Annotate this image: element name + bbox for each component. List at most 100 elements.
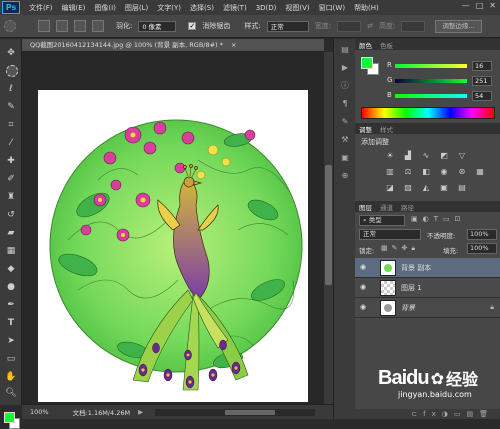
clone-source-icon[interactable]: ⊕ [339,171,351,181]
crop-tool-icon[interactable]: ⌗ [5,119,17,131]
horizontal-scrollbar[interactable] [155,408,316,416]
visibility-eye-icon[interactable]: ◉ [360,283,366,291]
move-tool-icon[interactable]: ✥ [5,47,17,59]
zoom-level[interactable]: 100% [30,408,49,416]
channel-b-input[interactable]: 54 [472,91,492,101]
menu-window[interactable]: 窗口(W) [319,3,345,13]
channel-r-slider[interactable] [395,64,467,68]
curves-icon[interactable]: ∿ [421,151,431,160]
tool-presets-icon[interactable]: ⚒ [339,135,351,145]
gradient-tool-icon[interactable]: ▦ [5,245,17,257]
vibrance-icon[interactable]: ▽ [457,151,467,160]
layer-comps-icon[interactable]: ▣ [339,153,351,163]
channel-b-slider[interactable] [395,94,467,98]
layer-filter-select[interactable]: ⌕ 类型 [359,215,405,226]
blur-tool-icon[interactable]: ◆ [5,263,17,275]
tab-channels[interactable]: 通道 [380,202,393,212]
menu-select[interactable]: 选择(S) [190,3,214,13]
lock-icons[interactable]: ▦✎✥🔒︎ [381,244,419,253]
hue-saturation-icon[interactable]: ▥ [385,167,395,176]
menu-3d[interactable]: 3D(D) [256,4,277,12]
style-select[interactable]: 正常 [266,20,309,32]
exposure-icon[interactable]: ◩ [439,151,449,160]
lasso-tool-icon[interactable]: ℓ [5,83,17,95]
photo-filter-icon[interactable]: ◉ [439,167,449,176]
tab-adjustments[interactable]: 调整 [359,124,372,134]
menu-filter[interactable]: 滤镜(T) [223,3,247,13]
type-tool-icon[interactable]: T [5,317,17,329]
width-input[interactable] [337,20,362,32]
threshold-icon[interactable]: ◭ [421,183,431,192]
shape-tool-icon[interactable]: ▭ [5,353,17,365]
document-tab[interactable]: QQ截图20160412134144.jpg @ 100% (背景 副本, RG… [22,39,324,52]
layer-filter-icons[interactable]: ▣◐T▭⊡ [411,215,497,226]
marquee-tool-icon[interactable] [6,65,18,77]
scrollbar-thumb[interactable] [325,165,332,285]
menu-layer[interactable]: 图层(L) [125,3,148,13]
new-selection-icon[interactable] [38,20,50,32]
black-white-icon[interactable]: ◧ [421,167,431,176]
panel-fg-swatch[interactable] [361,57,373,69]
posterize-icon[interactable]: ▨ [403,183,413,192]
opacity-input[interactable]: 100% [467,229,497,240]
color-lookup-icon[interactable]: ▦ [475,167,485,176]
refine-edge-button[interactable]: 调整边缘... [435,19,482,33]
menu-type[interactable]: 文字(Y) [157,3,181,13]
brush-panel-icon[interactable]: ✎ [339,117,351,127]
info-panel-icon[interactable]: ⓘ [339,81,351,91]
foreground-color-swatch[interactable] [4,412,15,423]
layer-name[interactable]: 背景 [401,303,415,313]
tab-paths[interactable]: 路径 [401,202,414,212]
history-panel-icon[interactable]: ▤ [339,45,351,55]
blend-mode-select[interactable]: 正常 [359,229,421,240]
brush-tool-icon[interactable]: ✐ [5,173,17,185]
color-balance-icon[interactable]: ⚖ [403,167,413,176]
layer-name[interactable]: 背景 副本 [401,263,431,273]
hscroll-thumb[interactable] [225,409,276,415]
path-select-tool-icon[interactable]: ➤ [5,335,17,347]
maximize-icon[interactable]: □ [476,1,484,10]
quick-select-tool-icon[interactable]: ✎ [5,101,17,113]
tab-swatches[interactable]: 色板 [380,40,393,50]
status-arrow-icon[interactable]: ▶ [138,408,143,416]
intersect-selection-icon[interactable] [92,20,104,32]
antialias-checkbox[interactable]: ✓ [188,22,197,30]
pen-tool-icon[interactable]: ✒ [5,299,17,311]
minimize-icon[interactable]: — [462,1,470,10]
document-canvas[interactable] [38,90,308,402]
tab-styles[interactable]: 样式 [380,124,393,134]
layer-name[interactable]: 图层 1 [401,283,422,293]
eraser-tool-icon[interactable]: ▰ [5,227,17,239]
tab-layers[interactable]: 图层 [359,202,372,212]
eyedropper-tool-icon[interactable]: ⁄ [5,137,17,149]
dodge-tool-icon[interactable]: ● [5,281,17,293]
menu-edit[interactable]: 编辑(E) [62,3,86,13]
color-spectrum-bar[interactable] [361,107,495,119]
fill-input[interactable]: 100% [467,243,497,254]
menu-image[interactable]: 图像(I) [94,3,116,13]
clone-stamp-tool-icon[interactable]: ♜ [5,191,17,203]
tab-color[interactable]: 颜色 [359,40,372,50]
menu-help[interactable]: 帮助(H) [354,3,379,13]
add-selection-icon[interactable] [56,20,68,32]
close-tab-icon[interactable]: × [231,41,236,49]
paragraph-panel-icon[interactable]: ¶ [339,99,351,109]
channel-g-slider[interactable] [395,79,467,83]
gradient-map-icon[interactable]: ▤ [457,183,467,192]
menu-file[interactable]: 文件(F) [29,3,53,13]
feather-input[interactable]: 0 像素 [138,20,177,32]
height-input[interactable] [401,20,426,32]
actions-panel-icon[interactable]: ▶ [339,63,351,73]
layer-row[interactable]: ◉ 背景 副本 [355,258,500,278]
layer-row[interactable]: ◉ 背景 🔒︎ [355,298,500,318]
channel-g-input[interactable]: 251 [472,76,492,86]
invert-icon[interactable]: ◪ [385,183,395,192]
close-icon[interactable]: ✕ [489,1,496,10]
channel-r-input[interactable]: 16 [472,61,492,71]
channel-mixer-icon[interactable]: ⊛ [457,167,467,176]
subtract-selection-icon[interactable] [74,20,86,32]
menu-view[interactable]: 视图(V) [285,3,309,13]
hand-tool-icon[interactable]: ✋ [5,371,17,383]
healing-brush-tool-icon[interactable]: ✚ [5,155,17,167]
selective-color-icon[interactable]: ▣ [439,183,449,192]
